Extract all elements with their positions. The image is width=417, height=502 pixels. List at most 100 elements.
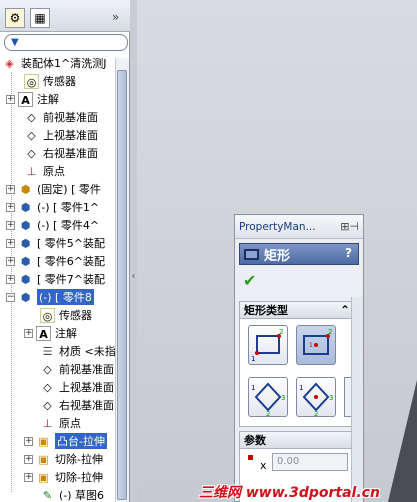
tree-item-right-plane[interactable]: ◇ 右视基准面: [40, 396, 114, 414]
svg-text:1: 1: [299, 384, 303, 392]
rectangle-icon: [244, 248, 259, 260]
expand-icon[interactable]: +: [24, 436, 33, 446]
svg-text:2: 2: [314, 410, 318, 416]
pane-splitter-handle[interactable]: ‹: [130, 265, 137, 287]
tree-item-part[interactable]: + ⬢ (固定) [ 零件: [6, 180, 101, 198]
part-icon: ⬢: [20, 200, 31, 214]
tree-item-annotation[interactable]: + A 注解: [24, 324, 77, 342]
expand-icon[interactable]: +: [6, 184, 15, 194]
tree-item-label: (固定) [ 零件: [37, 183, 101, 196]
sensor-icon: ◎: [24, 73, 39, 89]
tree-item-part[interactable]: + ⬢ [ 零件6^装配: [6, 252, 105, 270]
origin-icon: ⊥: [42, 416, 53, 430]
property-manager-title-bar: 矩形 ?: [239, 243, 359, 265]
annotation-icon: A: [18, 91, 33, 107]
svg-text:1: 1: [251, 355, 255, 363]
plane-icon: ◇: [27, 110, 36, 124]
center-rectangle-button[interactable]: 2 1: [296, 325, 336, 365]
expand-icon[interactable]: +: [24, 472, 33, 482]
part-icon: ⬢: [20, 236, 31, 250]
group-title: 参数: [244, 434, 266, 447]
collapse-icon[interactable]: −: [6, 292, 15, 302]
tree-item-label: 材质 <未指: [59, 345, 116, 358]
center-rectangle-icon: 2 1: [303, 328, 332, 355]
tree-item-right-plane[interactable]: ◇ 右视基准面: [24, 144, 98, 162]
tree-item-cut-extrude[interactable]: + ▣ 切除-拉伸: [24, 450, 103, 468]
tree-item-cut-extrude[interactable]: + ▣ 切除-拉伸: [24, 468, 103, 486]
tree-item-sketch[interactable]: ✎ (-) 草图6: [40, 486, 104, 502]
point-marker-icon: [248, 455, 253, 460]
tree-item-part[interactable]: + ⬢ (-) [ 零件4^: [6, 216, 99, 234]
tree-item-sensor[interactable]: ◎ 传感器: [40, 306, 92, 324]
assembly-icon: ◈: [5, 56, 14, 70]
svg-text:2: 2: [279, 328, 283, 336]
tree-tab-bar: ⚙ ▦ »: [0, 0, 130, 32]
x-coordinate-input[interactable]: 0.00: [272, 453, 348, 471]
annotation-icon: A: [36, 325, 51, 341]
tree-item-label: 传感器: [43, 75, 76, 88]
three-point-corner-rectangle-button[interactable]: 1 3 2: [248, 377, 288, 418]
tree-item-boss-extrude[interactable]: + ▣ 凸台-拉伸: [24, 432, 107, 450]
expand-chevron-icon[interactable]: »: [112, 10, 119, 24]
expand-icon[interactable]: +: [6, 256, 15, 266]
tree-root-assembly[interactable]: ◈ 装配体1^清洗测J: [2, 54, 106, 72]
rectangle-type-group-header[interactable]: 矩形类型 ⌃: [239, 301, 355, 319]
tree-item-top-plane[interactable]: ◇ 上视基准面: [40, 378, 114, 396]
tree-item-origin[interactable]: ⊥ 原点: [40, 414, 81, 432]
expand-icon[interactable]: +: [24, 328, 33, 338]
tree-item-annotation[interactable]: + A 注解: [6, 90, 59, 108]
tree-item-label: 注解: [37, 93, 59, 106]
tree-item-label: 原点: [59, 417, 81, 430]
sketch-icon: ✎: [42, 488, 53, 502]
expand-icon[interactable]: +: [6, 220, 15, 230]
collapse-chevron-icon[interactable]: ⌃: [340, 303, 350, 317]
corner-rectangle-icon: 2 1: [251, 328, 283, 363]
tree-item-front-plane[interactable]: ◇ 前视基准面: [40, 360, 114, 378]
plane-icon: ◇: [43, 362, 52, 376]
part-icon: ⬢: [20, 218, 31, 232]
tree-item-label: 上视基准面: [59, 381, 114, 394]
filter-input[interactable]: ▼: [4, 34, 128, 51]
expand-icon[interactable]: +: [24, 454, 33, 464]
plane-icon: ◇: [43, 398, 52, 412]
pin-icon[interactable]: ⊞⊣: [340, 220, 359, 233]
svg-text:3: 3: [329, 394, 333, 402]
plane-icon: ◇: [43, 380, 52, 394]
tree-item-sensor[interactable]: ◎ 传感器: [24, 72, 76, 90]
tree-item-part[interactable]: + ⬢ [ 零件7^装配: [6, 270, 105, 288]
tree-scrollbar-thumb[interactable]: [117, 70, 127, 500]
expand-icon[interactable]: +: [6, 238, 15, 248]
property-tab-icon[interactable]: ▦: [30, 8, 50, 28]
tree-item-label: 右视基准面: [43, 147, 98, 160]
tree-item-label: (-) [ 零件1^: [37, 201, 100, 214]
property-manager-tab-label: PropertyMan...: [239, 220, 316, 233]
origin-icon: ⊥: [26, 164, 37, 178]
rectangle-type-group-body: 2 1 2 1 1 3 2 1 3 2: [239, 319, 355, 427]
parameters-group-header[interactable]: 参数: [239, 431, 355, 449]
property-manager-scrollbar[interactable]: [351, 297, 363, 502]
three-point-center-rectangle-button[interactable]: 1 3 2: [296, 377, 336, 418]
part-icon: ⬢: [20, 254, 31, 268]
svg-text:1: 1: [251, 384, 255, 392]
tree-item-part[interactable]: + ⬢ [ 零件5^装配: [6, 234, 105, 252]
expand-icon[interactable]: +: [6, 94, 15, 104]
feature-tree-tab-icon[interactable]: ⚙: [5, 8, 25, 28]
part-icon: ⬢: [20, 272, 31, 286]
tree-item-material[interactable]: ☰ 材质 <未指: [40, 342, 116, 360]
tree-item-label: 凸台-拉伸: [55, 433, 107, 449]
tree-item-label: 切除-拉伸: [55, 453, 103, 466]
expand-icon[interactable]: +: [6, 274, 15, 284]
tree-item-part-selected[interactable]: − ⬢ (-) [ 零件8: [6, 288, 94, 306]
svg-text:3: 3: [281, 394, 285, 402]
tree-item-label: 前视基准面: [59, 363, 114, 376]
tree-item-part[interactable]: + ⬢ (-) [ 零件1^: [6, 198, 99, 216]
help-icon[interactable]: ?: [345, 246, 352, 260]
expand-icon[interactable]: +: [6, 202, 15, 212]
svg-text:2: 2: [266, 410, 270, 416]
tree-item-top-plane[interactable]: ◇ 上视基准面: [24, 126, 98, 144]
tree-item-label: [ 零件7^装配: [37, 273, 106, 286]
tree-item-front-plane[interactable]: ◇ 前视基准面: [24, 108, 98, 126]
corner-rectangle-button[interactable]: 2 1: [248, 325, 288, 365]
checkmark-icon[interactable]: ✔: [243, 271, 256, 290]
tree-item-origin[interactable]: ⊥ 原点: [24, 162, 65, 180]
